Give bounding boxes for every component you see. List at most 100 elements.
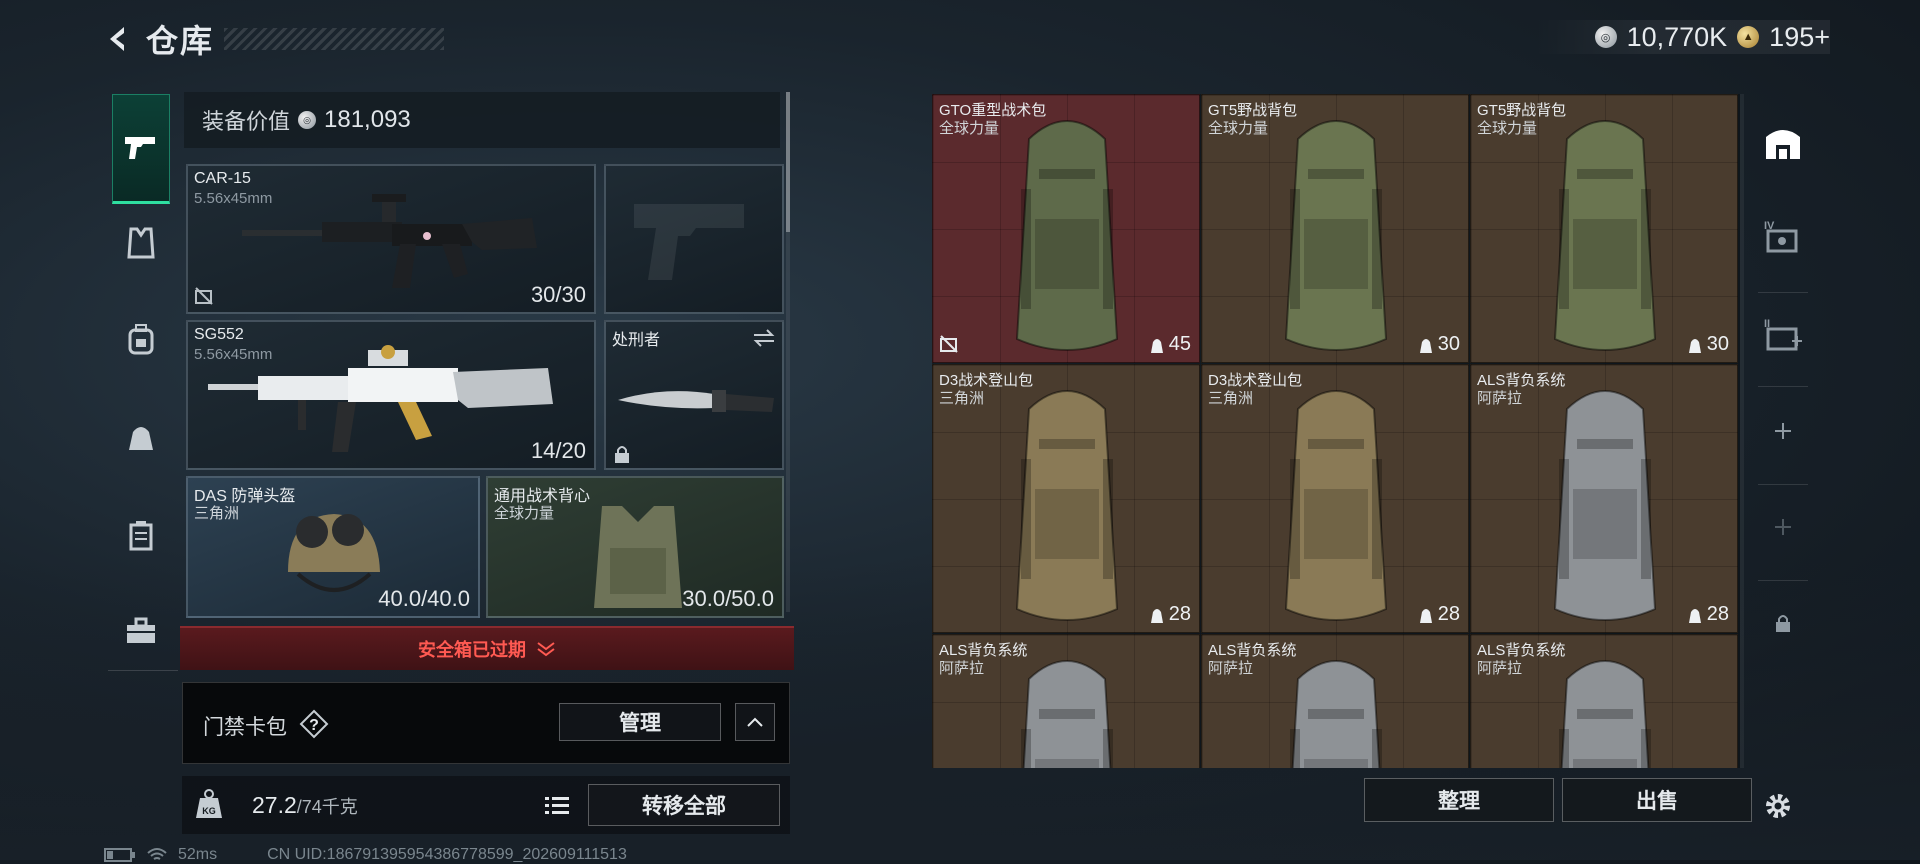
- storage-item[interactable]: D3战术登山包 三角洲 28: [1201, 364, 1469, 633]
- no-insure-icon: [195, 287, 213, 305]
- rail-item-vest[interactable]: [112, 214, 170, 272]
- melee-slot[interactable]: 处刑者: [604, 320, 784, 470]
- backpack-image: [1553, 120, 1657, 351]
- locked-storage-slot: [1748, 588, 1818, 658]
- list-icon[interactable]: [540, 788, 574, 822]
- item-capacity: 28: [1149, 603, 1191, 626]
- svg-text:?: ?: [309, 717, 319, 734]
- capacity-icon: [1688, 338, 1701, 353]
- equipment-panel: 装备价值 ◎ 181,093 CAR-15 5.56x45mm 30/30 SG…: [180, 92, 794, 836]
- rail-item-weapons[interactable]: [112, 94, 170, 204]
- capacity-value: 30: [1437, 333, 1460, 355]
- storage-item[interactable]: ALS背负系统 阿萨拉: [1201, 634, 1469, 768]
- storage-item[interactable]: ALS背负系统 阿萨拉: [932, 634, 1200, 768]
- gear-icon: [1766, 794, 1790, 818]
- gold-coin-icon: ▲: [1737, 26, 1760, 48]
- rail-item-case[interactable]: [112, 506, 170, 564]
- secondary-weapon-slot[interactable]: SG552 5.56x45mm 14/20: [186, 320, 596, 470]
- helmet-slot[interactable]: DAS 防弹头盔 三角洲 40.0/40.0: [186, 476, 480, 618]
- storage-tab-2[interactable]: II: [1748, 300, 1818, 370]
- equipment-value: 装备价值 ◎ 181,093: [184, 92, 780, 148]
- settings-button[interactable]: [1748, 782, 1808, 830]
- storage-tab-4[interactable]: IV: [1748, 202, 1818, 272]
- storage-item[interactable]: GTO重型战术包 全球力量 45: [932, 94, 1200, 363]
- equipment-scroll-thumb[interactable]: [786, 92, 790, 232]
- manage-button[interactable]: 管理: [559, 703, 721, 741]
- storage-rail: IV II: [1748, 94, 1818, 818]
- backpack-image: [1015, 390, 1119, 621]
- storage-panel: GTO重型战术包 全球力量 45 GT5野战背包 全球力量 30 GT5野战背包 全球力量 30…: [932, 94, 1752, 822]
- storage-item[interactable]: ALS背负系统 阿萨拉 28: [1470, 364, 1738, 633]
- armor-slot[interactable]: 通用战术背心 全球力量 30.0/50.0: [486, 476, 784, 618]
- plus-icon: [1775, 423, 1791, 439]
- silver-amount: 10,770K: [1626, 21, 1728, 52]
- weapon-ammo-count: 14/20: [530, 438, 586, 463]
- item-faction: 阿萨拉: [1208, 660, 1254, 677]
- capacity-icon: [1688, 608, 1701, 623]
- storage-item[interactable]: D3战术登山包 三角洲 28: [932, 364, 1200, 633]
- rail-divider: [108, 670, 178, 671]
- weapon-ammo-count: 30/30: [530, 282, 586, 307]
- rail-divider: [1758, 484, 1808, 485]
- item-faction: 全球力量: [1477, 120, 1538, 137]
- rifle-image: [242, 194, 537, 288]
- storage-scrollbar[interactable]: [1740, 94, 1744, 768]
- storage-item[interactable]: ALS背负系统 阿萨拉: [1470, 634, 1738, 768]
- storage-expand-icon: II: [1764, 318, 1802, 351]
- backpack-image: [1015, 120, 1119, 351]
- add-storage-button[interactable]: [1748, 396, 1818, 466]
- collapse-button[interactable]: [735, 703, 775, 741]
- pistol-icon: [125, 137, 155, 159]
- transfer-all-button[interactable]: 转移全部: [588, 784, 780, 826]
- rail-item-backpack[interactable]: [112, 310, 170, 368]
- uid-text: CN UID:18679139595438677859​9_2026091115…: [267, 846, 627, 863]
- lock-icon: [1776, 615, 1790, 632]
- gold-amount[interactable]: 195+: [1769, 22, 1830, 53]
- silver-coin-icon: ◎: [298, 111, 317, 129]
- equipment-value-label: 装备价值: [202, 109, 291, 134]
- melee-name: 处刑者: [612, 332, 661, 349]
- back-arrow-icon[interactable]: [100, 21, 136, 57]
- wifi-icon: [147, 848, 167, 860]
- item-faction: 阿萨拉: [939, 660, 985, 677]
- knife-image: [618, 390, 774, 412]
- primary-weapon-slot[interactable]: CAR-15 5.56x45mm 30/30: [186, 164, 596, 314]
- rail-item-bag[interactable]: [112, 408, 170, 466]
- silver-coin-icon: ◎: [1594, 26, 1617, 48]
- capacity-value: 28: [1437, 603, 1460, 625]
- storage-item[interactable]: GT5野战背包 全球力量 30: [1470, 94, 1738, 363]
- page-title: 仓库: [146, 23, 215, 59]
- capacity-icon: [1419, 608, 1432, 623]
- item-faction: 全球力量: [939, 120, 1000, 137]
- safe-box-bar[interactable]: 安全箱已过期: [180, 626, 794, 670]
- weight-max: /74千克: [296, 797, 358, 817]
- backpack-image: [1284, 120, 1388, 351]
- item-capacity: 30: [1687, 333, 1729, 356]
- add-storage-button-disabled: [1748, 492, 1818, 562]
- item-capacity: 45: [1149, 333, 1191, 356]
- sell-button[interactable]: 出售: [1562, 778, 1752, 822]
- chevron-up-icon: [747, 717, 763, 727]
- rifle-image: [208, 345, 553, 452]
- backpack-image: [1553, 390, 1657, 621]
- equipment-value-amount: 181,093: [324, 106, 411, 133]
- armor-faction: 全球力量: [494, 505, 555, 522]
- case-icon: [129, 521, 153, 551]
- item-capacity: 30: [1418, 333, 1460, 356]
- pistol-slot[interactable]: [604, 164, 784, 314]
- sort-button[interactable]: 整理: [1364, 778, 1554, 822]
- help-icon[interactable]: ?: [299, 709, 329, 739]
- lock-icon: [615, 446, 629, 463]
- storage-tab-main[interactable]: [1748, 108, 1818, 178]
- briefcase-icon: [127, 617, 155, 643]
- ping-text: 52ms: [178, 846, 218, 863]
- vest-icon: [127, 227, 155, 259]
- item-faction: 三角洲: [1208, 390, 1254, 407]
- storage-item[interactable]: GT5野战背包 全球力量 30: [1201, 94, 1469, 363]
- rail-item-briefcase[interactable]: [112, 602, 170, 660]
- item-faction: 阿萨拉: [1477, 660, 1523, 677]
- swap-icon[interactable]: [752, 328, 776, 348]
- item-faction: 三角洲: [939, 390, 985, 407]
- category-rail: [104, 86, 178, 806]
- currency-bar: ◎ 10,770K ▲ 195+: [1534, 20, 1830, 54]
